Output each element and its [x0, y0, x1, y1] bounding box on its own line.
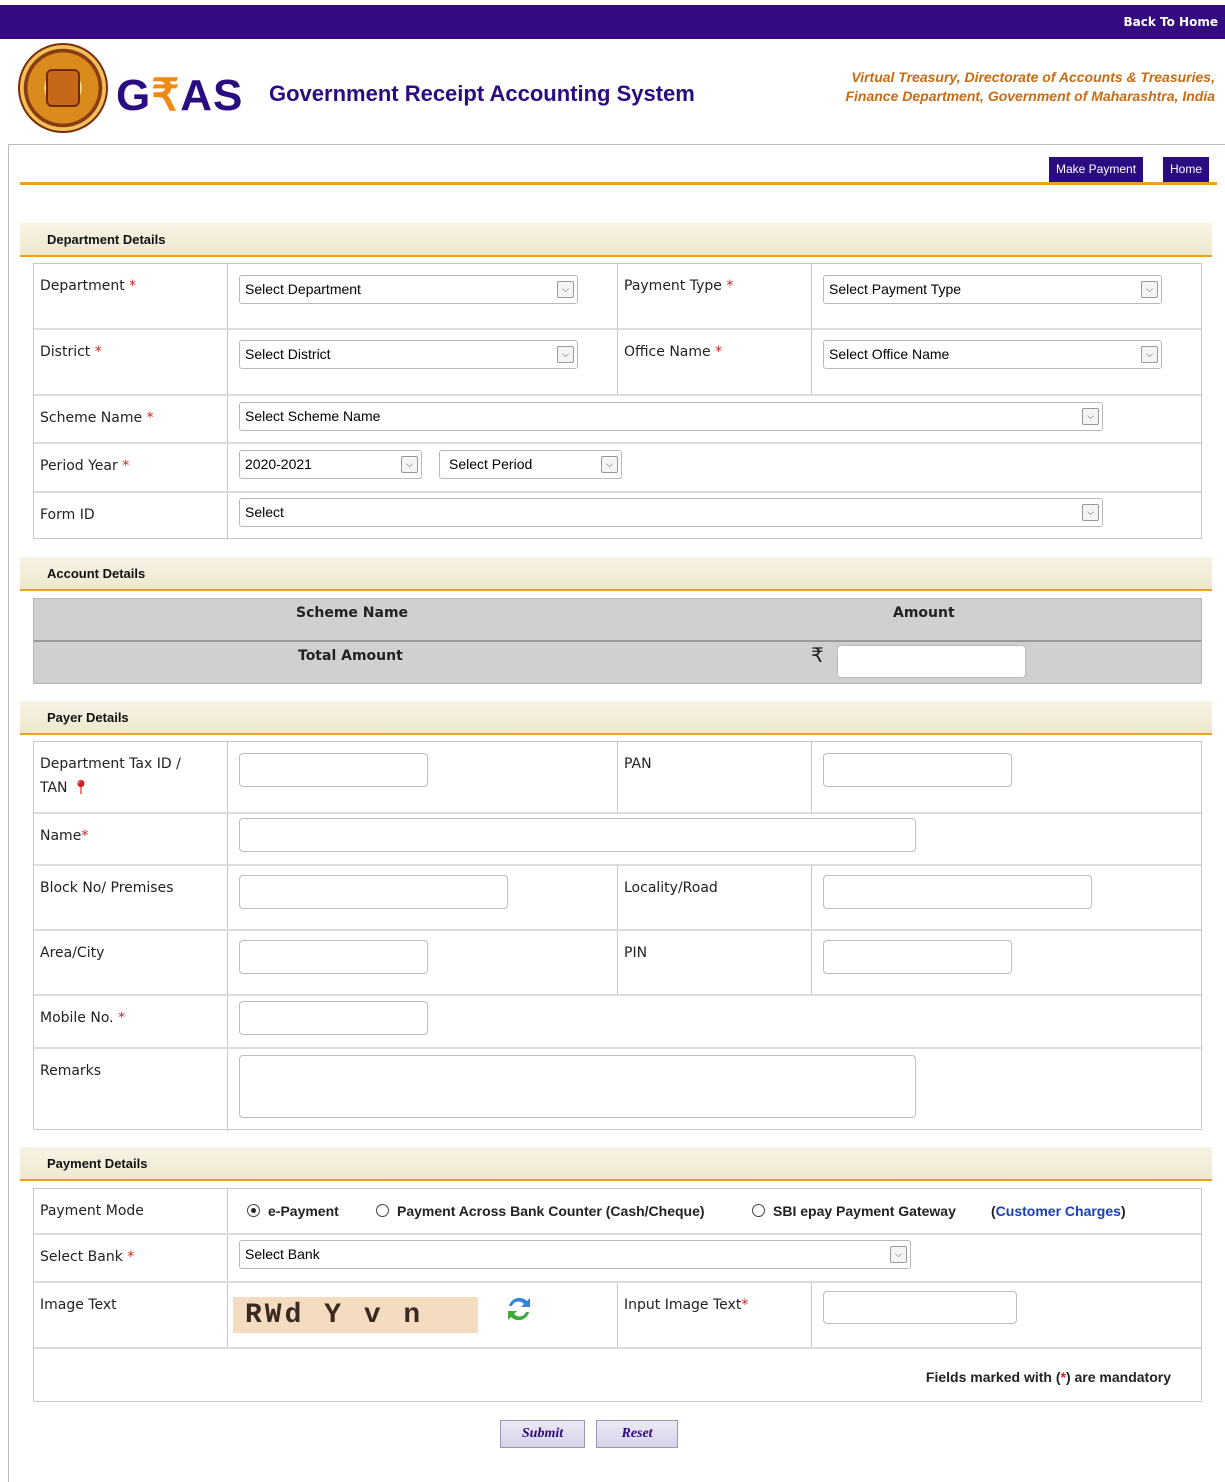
section-payment-details: Payment Details [20, 1147, 1212, 1181]
radio-icon [376, 1204, 389, 1217]
address-row-2: Area/City PIN [34, 929, 1201, 994]
app-full-name: Government Receipt Accounting System [269, 81, 695, 106]
image-text-row: Image Text Input Image Text* [34, 1281, 1201, 1347]
mobile-row: Mobile No. * [34, 994, 1201, 1047]
scheme-name-select[interactable]: Select Scheme Name ⌵ [239, 402, 1103, 431]
pan-input[interactable] [823, 753, 1012, 787]
location-pin-icon: 📍︎ [71, 780, 90, 796]
chevron-down-icon: ⌵ [1141, 346, 1158, 363]
payment-details-grid: Payment Mode Select Bank * Image Text In… [33, 1188, 1202, 1402]
mandatory-note: Fields marked with (*) are mandatory [925, 1369, 1171, 1385]
maharashtra-emblem-logo [18, 43, 108, 133]
refresh-captcha-icon[interactable] [505, 1292, 533, 1326]
chevron-down-icon: ⌵ [1141, 281, 1158, 298]
gras-logo-text: G₹AS [116, 71, 244, 120]
captcha-image: RWd Y v n [233, 1297, 478, 1333]
department-select[interactable]: Select Department ⌵ [239, 275, 578, 304]
chevron-down-icon: ⌵ [557, 281, 574, 298]
input-image-text[interactable] [823, 1291, 1017, 1324]
locality-input[interactable] [823, 875, 1092, 909]
chevron-down-icon: ⌵ [1082, 504, 1099, 521]
col-scheme-name: Scheme Name [296, 605, 409, 621]
header-tagline: Virtual Treasury, Directorate of Account… [845, 69, 1215, 104]
chevron-down-icon: ⌵ [401, 456, 418, 473]
radio-sbi-epay[interactable]: SBI epay Payment Gateway [752, 1203, 956, 1219]
account-details-table: Scheme Name Amount Total Amount ₹ [33, 598, 1202, 684]
bank-select[interactable]: Select Bank ⌵ [239, 1240, 911, 1269]
section-department-details: Department Details [20, 223, 1212, 257]
home-button[interactable]: Home [1163, 157, 1210, 182]
total-amount-input[interactable] [837, 645, 1026, 678]
form-id-select[interactable]: Select ⌵ [239, 498, 1103, 527]
radio-selected-icon [247, 1204, 260, 1217]
district-select[interactable]: Select District ⌵ [239, 340, 578, 369]
chevron-down-icon: ⌵ [601, 456, 618, 473]
office-name-select[interactable]: Select Office Name ⌵ [823, 340, 1162, 369]
pin-input[interactable] [823, 940, 1012, 974]
payment-type-select[interactable]: Select Payment Type ⌵ [823, 275, 1162, 304]
period-select[interactable]: Select Period ⌵ [439, 450, 622, 479]
mandatory-note-row: Fields marked with (*) are mandatory [34, 1347, 1201, 1403]
make-payment-button[interactable]: Make Payment [1049, 157, 1144, 182]
chevron-down-icon: ⌵ [890, 1246, 907, 1263]
area-city-input[interactable] [239, 940, 428, 974]
col-amount: Amount [893, 605, 955, 621]
period-year-select[interactable]: 2020-2021 ⌵ [239, 450, 422, 479]
rupee-icon: ₹ [811, 643, 824, 667]
back-to-home-link[interactable]: Back To Home [1124, 15, 1218, 29]
mobile-input[interactable] [239, 1001, 428, 1035]
section-payer-details: Payer Details [20, 701, 1212, 735]
tax-id-row: Department Tax ID / TAN 📍︎ PAN [34, 742, 1201, 812]
radio-icon [752, 1204, 765, 1217]
remarks-textarea[interactable] [239, 1055, 916, 1118]
submit-button[interactable]: Submit [500, 1420, 585, 1448]
top-bar: Back To Home [0, 5, 1225, 39]
chevron-down-icon: ⌵ [557, 346, 574, 363]
section-account-details: Account Details [20, 557, 1212, 591]
total-amount-label: Total Amount [298, 648, 403, 664]
radio-bank-counter[interactable]: Payment Across Bank Counter (Cash/Cheque… [376, 1203, 705, 1219]
name-input[interactable] [239, 818, 916, 852]
radio-e-payment[interactable]: e-Payment [247, 1203, 339, 1219]
reset-button[interactable]: Reset [596, 1420, 678, 1448]
customer-charges-link[interactable]: (Customer Charges) [991, 1203, 1126, 1219]
header-divider [20, 182, 1217, 185]
block-input[interactable] [239, 875, 508, 909]
tax-id-input[interactable] [239, 753, 428, 787]
chevron-down-icon: ⌵ [1082, 408, 1099, 425]
